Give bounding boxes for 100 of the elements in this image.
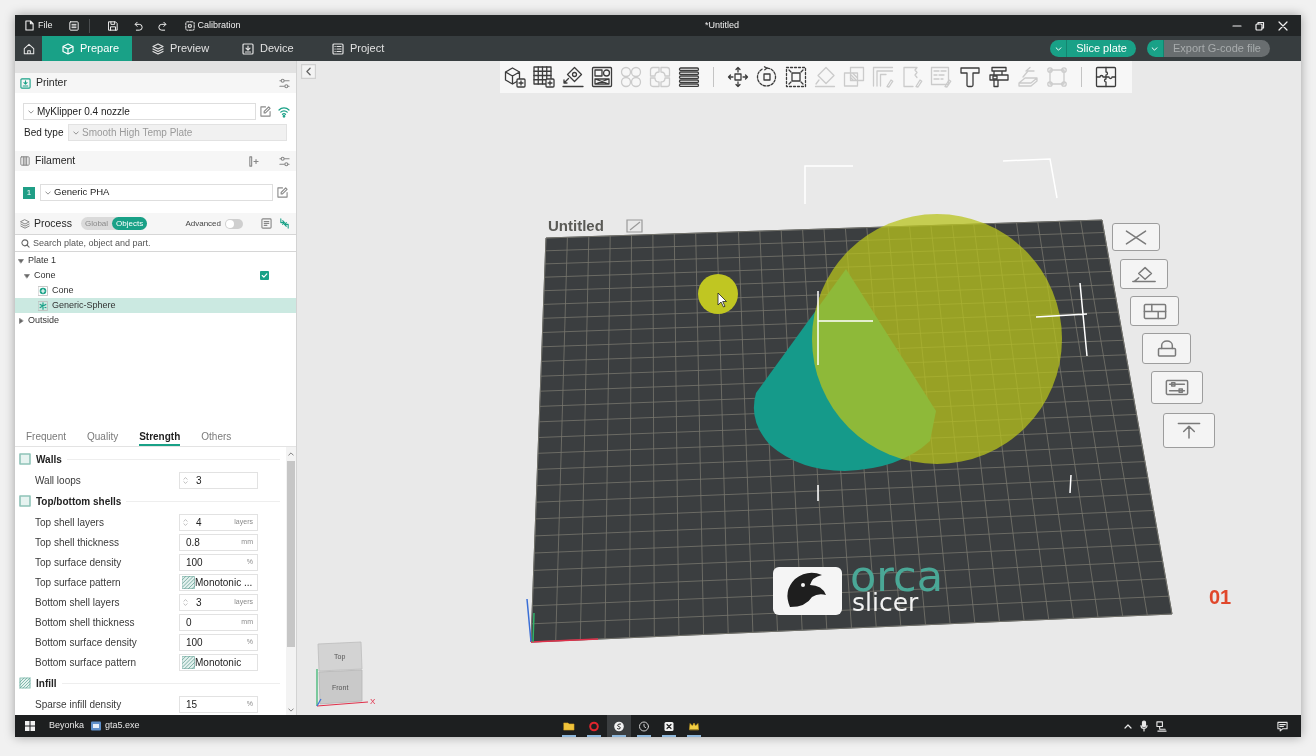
- file-menu[interactable]: File: [24, 15, 54, 36]
- nav-tab[interactable]: Project: [312, 36, 402, 61]
- list-box-icon: [332, 42, 344, 55]
- notification-icon[interactable]: [1277, 720, 1288, 732]
- caret-right-icon[interactable]: [18, 317, 24, 324]
- switch-label: Advanced: [185, 217, 221, 230]
- settings-tab[interactable]: Strength: [139, 428, 181, 446]
- close-icon[interactable]: [1278, 20, 1288, 31]
- nav-tab[interactable]: Preview: [132, 36, 222, 61]
- whale-logo-icon: [773, 567, 842, 615]
- section-title: Filament: [35, 153, 76, 169]
- taskbar-app[interactable]: [607, 715, 632, 737]
- scale-icon[interactable]: [785, 66, 807, 88]
- tree-row[interactable]: Generic-Sphere: [15, 298, 296, 313]
- settings-sliders-icon: [1164, 379, 1190, 396]
- rotate-icon[interactable]: [756, 66, 778, 88]
- pattern-select[interactable]: Monotonic: [179, 653, 258, 671]
- arrange-icon[interactable]: [591, 66, 613, 88]
- settings-tab[interactable]: Others: [201, 428, 232, 446]
- close-icon: [1123, 228, 1149, 246]
- setting-label: Top shell layers: [34, 515, 105, 530]
- calibration-button[interactable]: Calibration: [184, 15, 241, 36]
- field-label: Bed type: [24, 126, 65, 140]
- tree-row[interactable]: Outside: [15, 313, 296, 328]
- text-tool-icon[interactable]: [959, 66, 981, 88]
- settings-tab[interactable]: Frequent: [26, 428, 67, 446]
- dropdown-toggle[interactable]: [1146, 40, 1164, 57]
- folder-icon: [563, 720, 576, 732]
- taskbar-item[interactable]: gta5.exe: [91, 719, 140, 733]
- group-title: Walls: [36, 452, 62, 467]
- puzzle-icon[interactable]: [1095, 66, 1117, 88]
- square-outline-icon: [19, 453, 31, 465]
- microphone-icon[interactable]: [1140, 720, 1148, 732]
- caliper-icon[interactable]: [988, 66, 1010, 88]
- grid-layout-icon: [1141, 302, 1168, 320]
- network-icon[interactable]: [1156, 720, 1167, 732]
- hatched-square-icon: [19, 677, 31, 689]
- download-box-icon: [242, 42, 254, 55]
- checkbox-icon[interactable]: [260, 271, 269, 280]
- move-icon[interactable]: [727, 66, 749, 88]
- plate-tool-button[interactable]: [1120, 259, 1168, 289]
- wifi-icon[interactable]: [278, 105, 290, 118]
- setting-label: Bottom surface density: [34, 635, 138, 650]
- setting-label: Top surface density: [34, 555, 123, 570]
- restore-icon[interactable]: [1255, 20, 1265, 31]
- group-title: Top/bottom shells: [36, 494, 122, 509]
- plate-tool-button[interactable]: [1130, 296, 1179, 326]
- tree-row[interactable]: Cone: [15, 283, 296, 298]
- chevron-down-icon[interactable]: [288, 708, 294, 712]
- setting-label: Bottom shell layers: [34, 595, 121, 610]
- taskbar-item[interactable]: Beyonka: [49, 719, 85, 733]
- settings-tab[interactable]: Quality: [87, 428, 119, 446]
- chevron-down-icon: [1054, 46, 1062, 51]
- collapse-sidebar-icon[interactable]: [301, 64, 316, 79]
- spin-field[interactable]: 3: [179, 471, 258, 489]
- plate-tool-button[interactable]: [1151, 371, 1203, 404]
- diamond-arrow-icon[interactable]: [562, 66, 584, 88]
- edit-icon[interactable]: [260, 106, 271, 117]
- plate-tool-button[interactable]: [1112, 223, 1160, 251]
- section-title: Printer: [36, 75, 67, 91]
- caret-down-icon[interactable]: [24, 272, 30, 279]
- undo-icon[interactable]: [132, 20, 143, 31]
- small-sphere-model: [698, 274, 738, 314]
- redo-icon[interactable]: [157, 20, 168, 31]
- part-plus-icon: [38, 285, 48, 296]
- layers-icon: [20, 218, 30, 229]
- swap-arrows-icon[interactable]: [279, 218, 290, 229]
- axis-label: X: [370, 697, 376, 706]
- scrollbar-thumb[interactable]: [287, 461, 295, 647]
- grid-plus-icon[interactable]: [533, 66, 555, 88]
- edit-icon[interactable]: [277, 187, 288, 198]
- dropdown-toggle[interactable]: [1050, 40, 1068, 57]
- filament-select[interactable]: Generic PHA: [40, 184, 273, 201]
- add-filament-icon[interactable]: [248, 155, 259, 167]
- plate-tool-button[interactable]: [1142, 333, 1191, 364]
- plate-tool-button[interactable]: [1163, 413, 1215, 448]
- windows-logo-icon[interactable]: [25, 721, 35, 731]
- setting-label: Top shell thickness: [34, 535, 120, 550]
- save-icon[interactable]: [107, 20, 118, 31]
- nav-tab[interactable]: Device: [222, 36, 312, 61]
- search-icon: [21, 238, 30, 248]
- plate-name: Untitled: [548, 217, 604, 234]
- layers-icon[interactable]: [678, 66, 700, 88]
- home-icon[interactable]: [22, 42, 35, 55]
- advanced-switch[interactable]: [225, 218, 243, 229]
- chevron-down-icon: [1151, 46, 1159, 51]
- tree-row[interactable]: Cone: [15, 268, 296, 283]
- square-outline-icon: [19, 495, 31, 507]
- pattern-select[interactable]: Monotonic ...: [179, 573, 258, 591]
- search-field[interactable]: Search plate, object and part.: [33, 235, 296, 251]
- list-doc-icon[interactable]: [261, 218, 272, 229]
- menu-list-icon[interactable]: [68, 20, 79, 31]
- tree-row[interactable]: Plate 1: [15, 253, 296, 268]
- settings-sliders-icon[interactable]: [279, 155, 290, 167]
- cube-plus-icon[interactable]: [504, 66, 526, 88]
- chevron-down-icon: [45, 190, 51, 195]
- settings-sliders-icon[interactable]: [279, 77, 290, 89]
- caret-down-icon[interactable]: [18, 257, 24, 264]
- printer-select[interactable]: MyKlipper 0.4 nozzle: [23, 103, 256, 120]
- asterisk-icon: [38, 300, 48, 311]
